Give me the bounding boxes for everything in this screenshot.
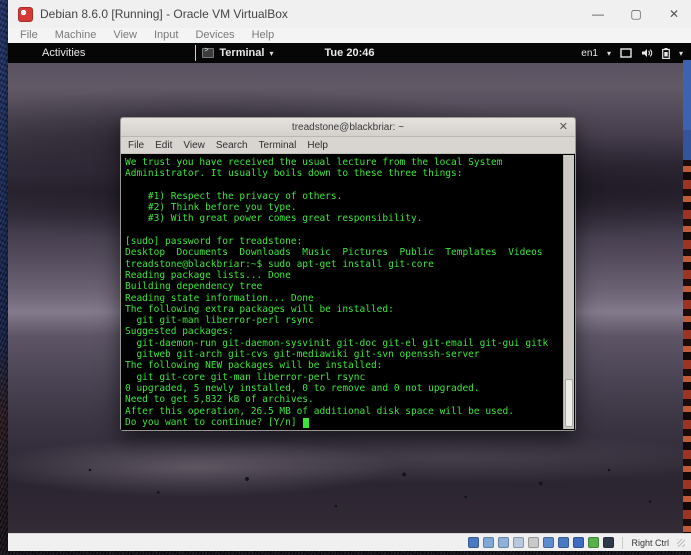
chevron-down-icon: ▾ xyxy=(269,48,274,58)
terminal-line-17: gitweb git-arch git-cvs git-mediawiki gi… xyxy=(125,349,480,361)
keyboard-layout-indicator[interactable]: en1 xyxy=(581,48,598,59)
resize-grip[interactable] xyxy=(677,538,685,547)
virtualbox-window: Debian 8.6.0 [Running] - Oracle VM Virtu… xyxy=(8,0,691,551)
terminal-menu-2[interactable]: View xyxy=(183,140,205,151)
terminal-menu-4[interactable]: Terminal xyxy=(259,140,297,151)
gnome-top-bar: Activities Terminal ▾ Tue 20:46 en1 ▾ xyxy=(8,43,691,63)
shared-folders-icon[interactable] xyxy=(543,537,555,548)
terminal-line-15: Suggested packages: xyxy=(125,326,234,338)
terminal-line-6 xyxy=(125,225,560,236)
terminal-line-7: [sudo] password for treadstone: xyxy=(125,236,303,248)
terminal-line-16: git-daemon-run git-daemon-sysvinit git-d… xyxy=(125,337,549,349)
host-desktop-right-strip xyxy=(683,60,691,533)
network-icon[interactable] xyxy=(513,537,525,548)
vbox-window-controls: — ▢ ✕ xyxy=(591,7,681,21)
terminal-line-20: 0 upgraded, 5 newly installed, 0 to remo… xyxy=(125,382,480,394)
vbox-menu-3[interactable]: Input xyxy=(154,28,178,43)
virtualbox-logo-icon xyxy=(18,6,33,22)
wallpaper-beach-texture xyxy=(8,443,691,533)
app-menu-label: Terminal xyxy=(219,47,265,59)
terminal-output: We trust you have received the usual lec… xyxy=(125,157,560,428)
vbox-menu-2[interactable]: View xyxy=(113,28,137,43)
vbox-statusbar: Right Ctrl xyxy=(8,533,691,551)
vbox-menubar: File Machine View Input Devices Help xyxy=(8,28,691,43)
terminal-line-0: We trust you have received the usual lec… xyxy=(125,157,503,168)
recording-icon[interactable] xyxy=(573,537,585,548)
display-icon[interactable] xyxy=(558,537,570,548)
terminal-titlebar[interactable]: treadstone@blackbriar: ~ ✕ xyxy=(121,118,575,137)
vbox-menu-1[interactable]: Machine xyxy=(55,28,97,43)
keyboard-layout-caret-icon: ▾ xyxy=(606,48,611,58)
terminal-line-11: Building dependency tree xyxy=(125,281,263,293)
terminal-line-4: #2) Think before you type. xyxy=(125,202,297,214)
terminal-line-14: git git-man liberror-perl rsync xyxy=(125,315,314,327)
activities-button[interactable]: Activities xyxy=(42,47,85,59)
maximize-button[interactable]: ▢ xyxy=(629,7,643,21)
terminal-line-5: #3) With great power comes great respons… xyxy=(125,213,423,225)
terminal-line-22: After this operation, 26.5 MB of additio… xyxy=(125,405,514,417)
terminal-body[interactable]: We trust you have received the usual lec… xyxy=(121,154,575,430)
vbox-status-icons[interactable] xyxy=(468,537,615,548)
usb-icon[interactable] xyxy=(528,537,540,548)
host-key-indicator: Right Ctrl xyxy=(631,537,669,548)
vbox-menu-0[interactable]: File xyxy=(20,28,38,43)
terminal-window: treadstone@blackbriar: ~ ✕ File Edit View S… xyxy=(120,117,576,431)
mouse-integration-icon[interactable] xyxy=(603,537,615,548)
battery-icon xyxy=(662,47,670,59)
host-desktop: Debian 8.6.0 [Running] - Oracle VM Virtu… xyxy=(0,0,691,555)
terminal-line-10: Reading package lists... Done xyxy=(125,269,291,281)
system-menu-caret-icon: ▾ xyxy=(678,48,683,58)
terminal-line-1: Administrator. It usually boils down to … xyxy=(125,168,463,180)
optical-drive-icon[interactable] xyxy=(483,537,495,548)
terminal-line-18: The following NEW packages will be insta… xyxy=(125,360,383,372)
close-button[interactable]: ✕ xyxy=(667,7,681,21)
features-icon[interactable] xyxy=(588,537,600,548)
terminal-line-21: Need to get 5,832 kB of archives. xyxy=(125,394,314,406)
display-icon xyxy=(620,48,632,58)
terminal-line-19: git git-core git-man liberror-perl rsync xyxy=(125,371,366,383)
app-menu-terminal[interactable]: Terminal ▾ xyxy=(195,45,273,61)
terminal-line-3: #1) Respect the privacy of others. xyxy=(125,190,343,202)
clock[interactable]: Tue 20:46 xyxy=(325,47,375,59)
terminal-line-2 xyxy=(125,180,560,191)
terminal-scrollbar[interactable] xyxy=(563,155,574,429)
vbox-titlebar[interactable]: Debian 8.6.0 [Running] - Oracle VM Virtu… xyxy=(8,0,691,28)
terminal-app-icon xyxy=(202,47,215,58)
terminal-menubar: File Edit View Search Terminal Help xyxy=(121,137,575,154)
vbox-window-title: Debian 8.6.0 [Running] - Oracle VM Virtu… xyxy=(40,7,288,21)
vbox-menu-4[interactable]: Devices xyxy=(195,28,234,43)
terminal-cursor xyxy=(303,417,310,428)
terminal-menu-3[interactable]: Search xyxy=(216,140,248,151)
terminal-line-9: treadstone@blackbriar:~$ sudo apt-get in… xyxy=(125,258,434,270)
terminal-menu-5[interactable]: Help xyxy=(307,140,328,151)
vbox-menu-5[interactable]: Help xyxy=(252,28,275,43)
terminal-line-12: Reading state information... Done xyxy=(125,292,314,304)
hdd-icon[interactable] xyxy=(468,537,480,548)
audio-icon[interactable] xyxy=(498,537,510,548)
guest-screen: Activities Terminal ▾ Tue 20:46 en1 ▾ xyxy=(8,43,691,533)
terminal-scrollbar-thumb[interactable] xyxy=(565,379,573,427)
terminal-menu-0[interactable]: File xyxy=(128,140,144,151)
terminal-line-23: Do you want to continue? [Y/n] xyxy=(125,417,560,428)
terminal-menu-1[interactable]: Edit xyxy=(155,140,172,151)
volume-icon xyxy=(641,49,653,57)
terminal-line-8: Desktop Documents Downloads Music Pictur… xyxy=(125,247,543,259)
terminal-close-icon[interactable]: ✕ xyxy=(559,120,568,133)
statusbar-divider xyxy=(622,536,624,549)
terminal-line-13: The following extra packages will be ins… xyxy=(125,303,394,315)
system-status-area[interactable]: en1 ▾ ▾ xyxy=(581,43,683,63)
minimize-button[interactable]: — xyxy=(591,7,605,21)
desktop-wallpaper: treadstone@blackbriar: ~ ✕ File Edit View S… xyxy=(8,63,691,533)
terminal-title: treadstone@blackbriar: ~ xyxy=(291,121,405,133)
